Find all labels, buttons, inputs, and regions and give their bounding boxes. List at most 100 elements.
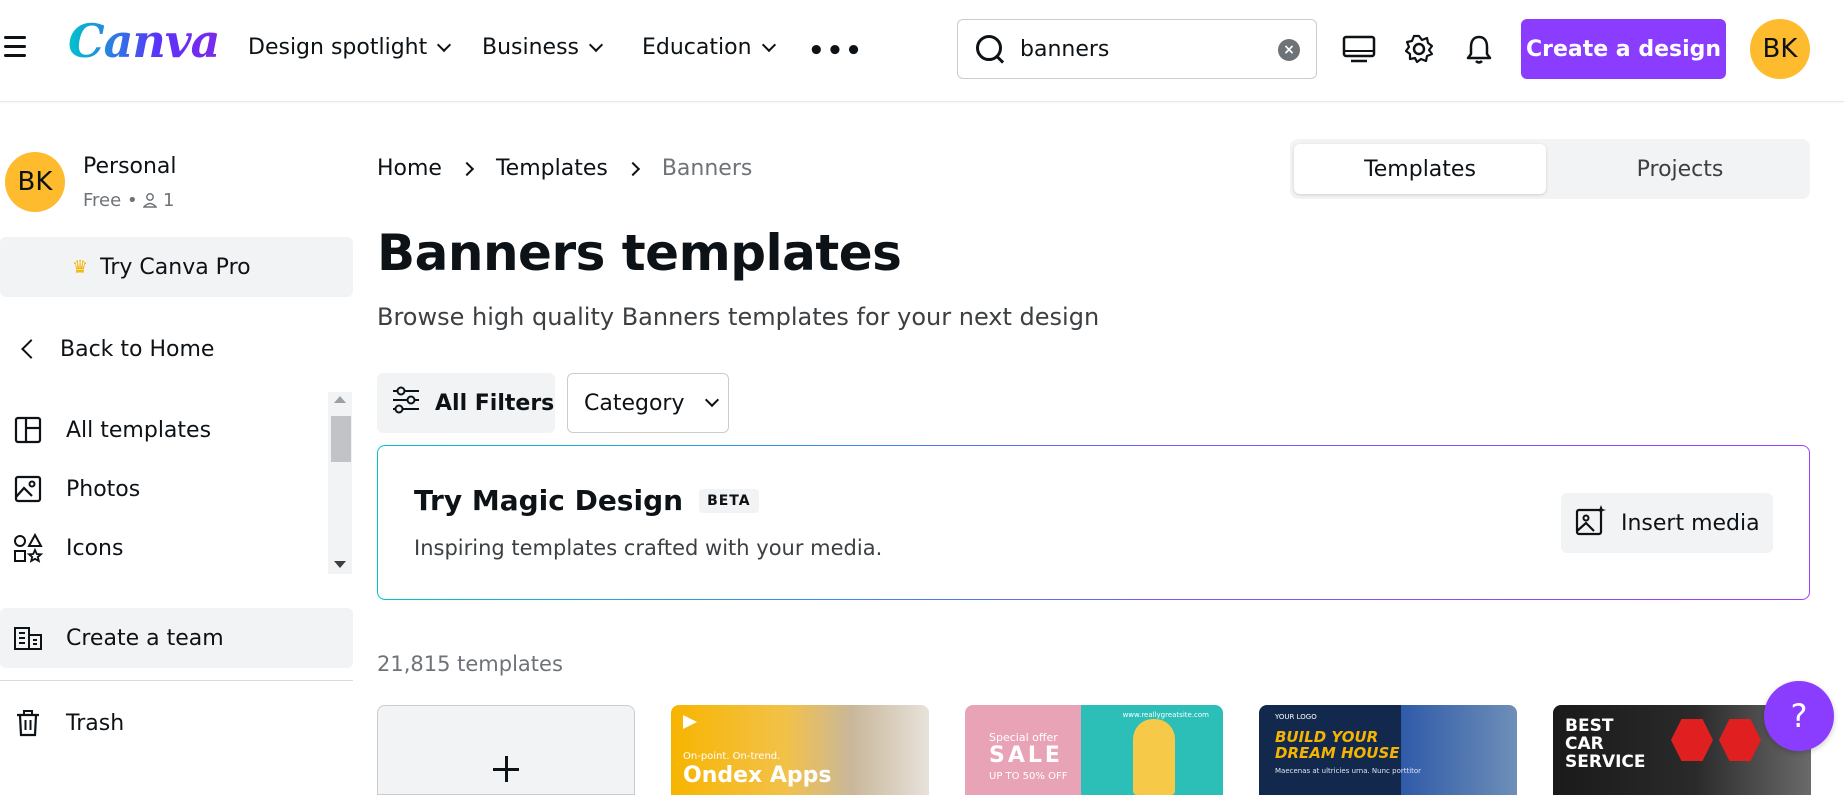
sidebar: BK Personal Free • 1 ♛ Try Canva Pro Bac… — [0, 102, 353, 773]
breadcrumb-home[interactable]: Home — [377, 156, 442, 181]
magic-title-text: Try Magic Design — [414, 484, 684, 517]
sidebar-item-label: Icons — [66, 535, 124, 561]
insert-media-button[interactable]: Insert media — [1561, 493, 1773, 553]
woman-figure — [1133, 719, 1175, 795]
search-bar: × — [957, 19, 1317, 79]
breadcrumb: Home Templates Banners — [377, 156, 752, 181]
sidebar-item-icons[interactable]: Icons — [0, 520, 330, 576]
chevron-left-icon — [21, 339, 41, 359]
bell-icon[interactable] — [1458, 28, 1500, 70]
help-button[interactable]: ? — [1764, 681, 1834, 751]
crown-icon: ♛ — [72, 256, 89, 278]
layout-icon — [12, 414, 44, 446]
nav-label: Business — [482, 35, 580, 60]
sidebar-item-all-templates[interactable]: All templates — [0, 402, 330, 458]
chevron-right-icon — [459, 161, 475, 176]
sidebar-item-label: Trash — [66, 710, 125, 736]
sliders-icon — [391, 386, 421, 420]
create-blank-card[interactable] — [377, 705, 635, 795]
building-icon — [12, 622, 44, 654]
divider — [0, 680, 353, 681]
image-icon — [12, 473, 44, 505]
card-text: DREAM HOUSE — [1275, 744, 1400, 762]
create-team-button[interactable]: Create a team — [0, 608, 353, 668]
insert-media-label: Insert media — [1621, 510, 1760, 536]
tab-templates[interactable]: Templates — [1294, 144, 1546, 194]
account-plan: Free — [83, 190, 122, 211]
nav-design-spotlight[interactable]: Design spotlight — [248, 35, 452, 60]
account-avatar[interactable]: BK — [5, 152, 65, 212]
plus-icon — [493, 756, 519, 782]
trash-icon — [12, 707, 44, 739]
card-headline: BEST CAR SERVICE — [1565, 717, 1646, 771]
card-headline: BUILD YOUR DREAM HOUSE — [1275, 729, 1400, 761]
search-icon[interactable] — [974, 33, 1006, 65]
chevron-down-icon — [704, 392, 719, 408]
chevron-right-icon — [625, 161, 640, 176]
search-input[interactable] — [1020, 36, 1260, 62]
nav-label: Design spotlight — [248, 35, 428, 60]
clear-search-icon[interactable]: × — [1278, 39, 1300, 61]
account-name[interactable]: Personal — [83, 154, 177, 179]
menu-icon[interactable] — [4, 36, 28, 60]
breadcrumb-templates[interactable]: Templates — [496, 156, 608, 181]
page-subtitle: Browse high quality Banners templates fo… — [377, 303, 1100, 331]
card-text: Ondex Apps — [683, 763, 832, 788]
scroll-thumb[interactable] — [331, 416, 351, 462]
view-toggle: Templates Projects — [1290, 139, 1810, 199]
magic-design-banner: Try Magic Design BETA Inspiring template… — [377, 445, 1810, 600]
card-text: On-point. On-trend. — [683, 751, 781, 762]
person-icon — [142, 193, 158, 208]
chevron-down-icon — [761, 37, 776, 52]
avatar[interactable]: BK — [1750, 19, 1810, 79]
card-text: SALE — [989, 743, 1063, 768]
template-card[interactable]: YOUR LOGO BUILD YOUR DREAM HOUSE Maecenas… — [1259, 705, 1517, 795]
card-text: SERVICE — [1565, 752, 1646, 772]
template-count: 21,815 templates — [377, 652, 563, 676]
back-to-home-link[interactable]: Back to Home — [0, 322, 353, 376]
sidebar-item-label: All templates — [66, 417, 212, 443]
template-card[interactable]: On-point. On-trend. Ondex Apps — [671, 705, 929, 795]
image-sparkle-icon — [1575, 504, 1607, 542]
scroll-down-icon[interactable] — [334, 561, 346, 568]
create-design-button[interactable]: Create a design — [1521, 19, 1726, 79]
back-home-label: Back to Home — [60, 336, 215, 362]
create-team-label: Create a team — [66, 625, 224, 651]
tab-projects[interactable]: Projects — [1554, 144, 1806, 194]
more-icon[interactable]: ••• — [808, 36, 864, 66]
template-card[interactable]: www.reallygreatsite.com Special offer SA… — [965, 705, 1223, 795]
desktop-icon[interactable] — [1338, 28, 1380, 70]
sidebar-item-label: Photos — [66, 476, 141, 502]
nav-label: Education — [642, 35, 752, 60]
sidebar-scrollbar[interactable] — [328, 392, 352, 574]
card-text: BEST — [1565, 716, 1614, 736]
member-count: 1 — [163, 190, 175, 211]
scroll-up-icon[interactable] — [334, 396, 346, 403]
card-text: Maecenas at ultricies urna. Nunc porttit… — [1275, 767, 1422, 775]
top-bar: Canva Design spotlight Business Educatio… — [0, 0, 1844, 102]
separator-dot: • — [126, 190, 144, 211]
hexagon-shape — [1671, 719, 1713, 761]
category-dropdown[interactable]: Category — [567, 373, 729, 433]
category-label: Category — [584, 390, 685, 416]
hexagon-shape — [1719, 719, 1761, 761]
nav-education[interactable]: Education — [642, 35, 776, 60]
magic-design-title: Try Magic Design BETA — [414, 484, 759, 517]
account-details: Free • 1 — [83, 190, 174, 211]
play-icon — [683, 715, 697, 729]
all-filters-button[interactable]: All Filters — [377, 373, 555, 433]
try-pro-button[interactable]: ♛ Try Canva Pro — [0, 237, 353, 297]
page-title: Banners templates — [377, 224, 902, 282]
canva-logo[interactable]: Canva — [68, 14, 220, 68]
nav-business[interactable]: Business — [482, 35, 604, 60]
magic-design-subtitle: Inspiring templates crafted with your me… — [414, 536, 883, 560]
sidebar-item-trash[interactable]: Trash — [0, 695, 330, 751]
sidebar-item-photos[interactable]: Photos — [0, 461, 330, 517]
filters-label: All Filters — [435, 390, 555, 416]
card-text: YOUR LOGO — [1275, 713, 1317, 721]
beta-badge: BETA — [699, 488, 759, 513]
chevron-down-icon — [588, 37, 604, 52]
shapes-icon — [12, 532, 44, 564]
gear-icon[interactable] — [1398, 28, 1440, 70]
breadcrumb-current: Banners — [661, 156, 753, 181]
